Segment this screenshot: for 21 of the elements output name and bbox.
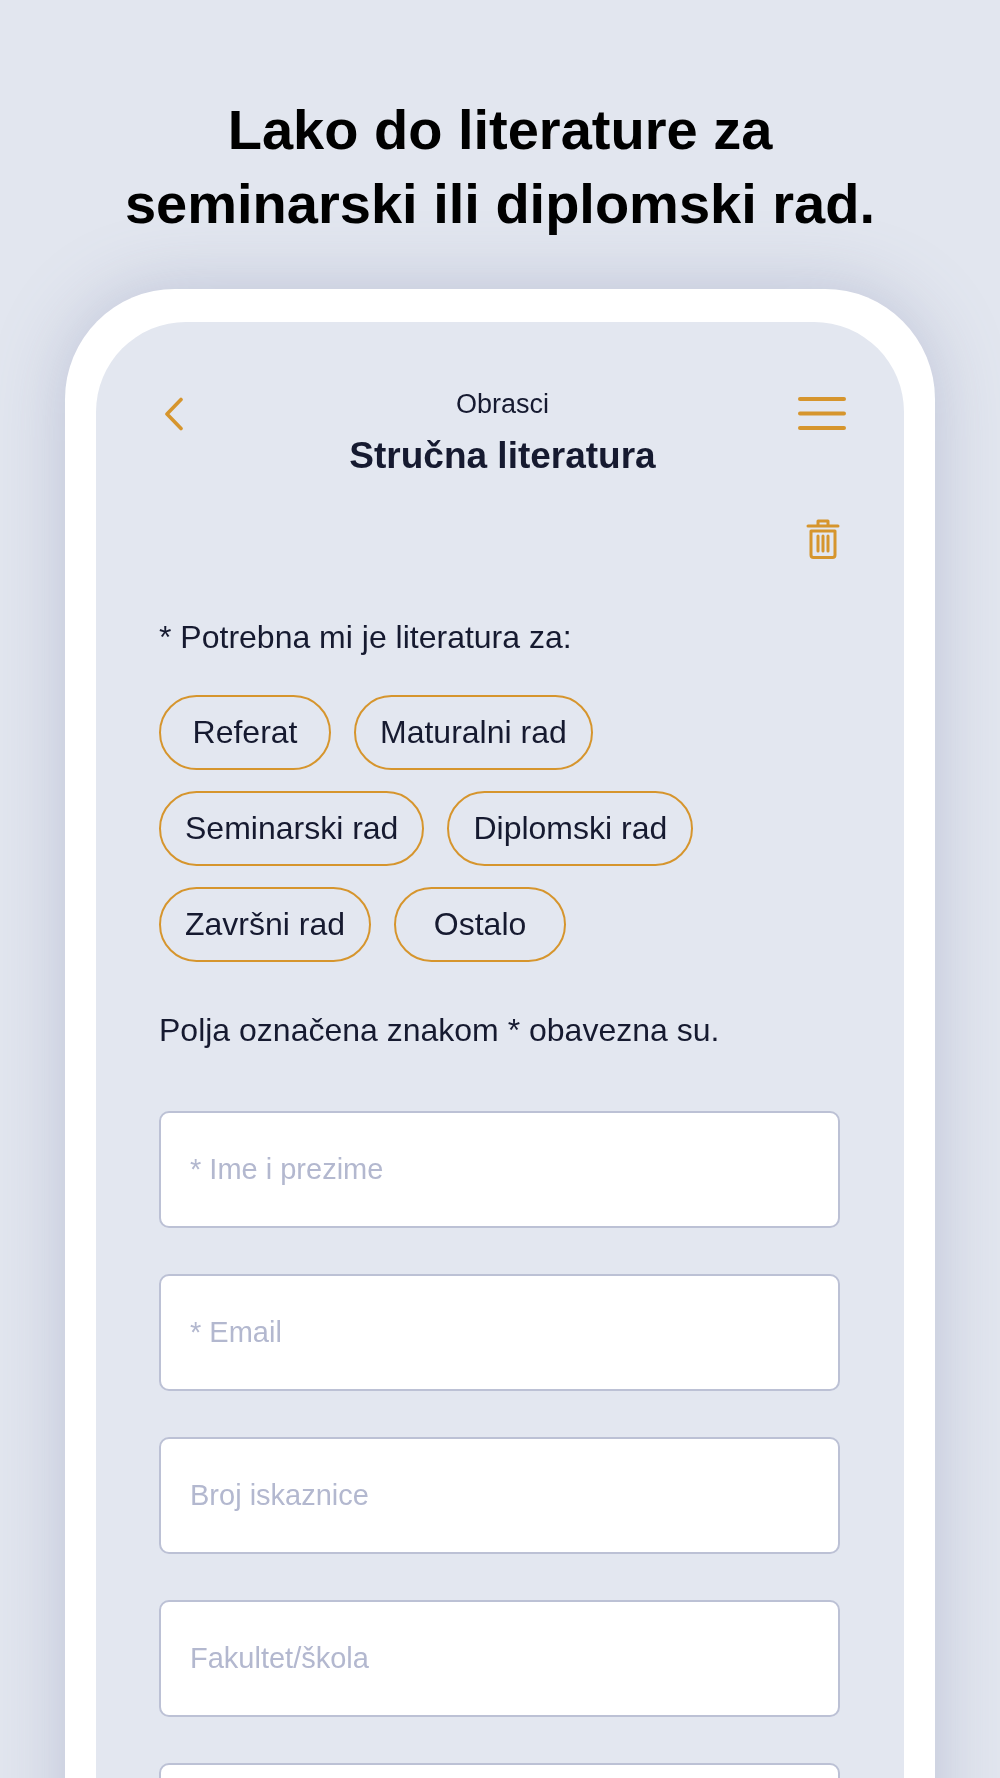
option-chip[interactable]: Seminarski rad <box>159 791 425 866</box>
required-note: Polja označena znakom * obavezna su. <box>159 1012 721 1048</box>
option-chip[interactable]: Maturalni rad <box>354 695 593 770</box>
option-chip[interactable]: Završni rad <box>159 887 372 962</box>
section-label: Obrasci <box>456 388 549 420</box>
page-title: Stručna literatura <box>349 434 656 478</box>
option-chip[interactable]: Diplomski rad <box>447 791 694 866</box>
input-field[interactable]: * Email <box>159 1274 840 1391</box>
option-chip[interactable]: Ostalo <box>394 887 567 962</box>
delete-button[interactable] <box>806 519 840 559</box>
input-field[interactable]: Broj iskaznice <box>159 1437 840 1554</box>
input-field[interactable]: * Ime i prezime <box>159 1111 840 1228</box>
back-button[interactable] <box>164 397 184 431</box>
purpose-label: * Potrebna mi je literatura za: <box>159 619 573 655</box>
headline: Lako do literature za seminarski ili diplomski rad. <box>123 97 877 237</box>
trash-icon <box>806 519 840 559</box>
input-field[interactable]: Fakultet/škola <box>159 1600 840 1717</box>
menu-icon <box>798 397 846 430</box>
menu-button[interactable] <box>798 397 846 430</box>
back-icon <box>164 397 184 431</box>
option-chip[interactable]: Referat <box>159 695 331 770</box>
